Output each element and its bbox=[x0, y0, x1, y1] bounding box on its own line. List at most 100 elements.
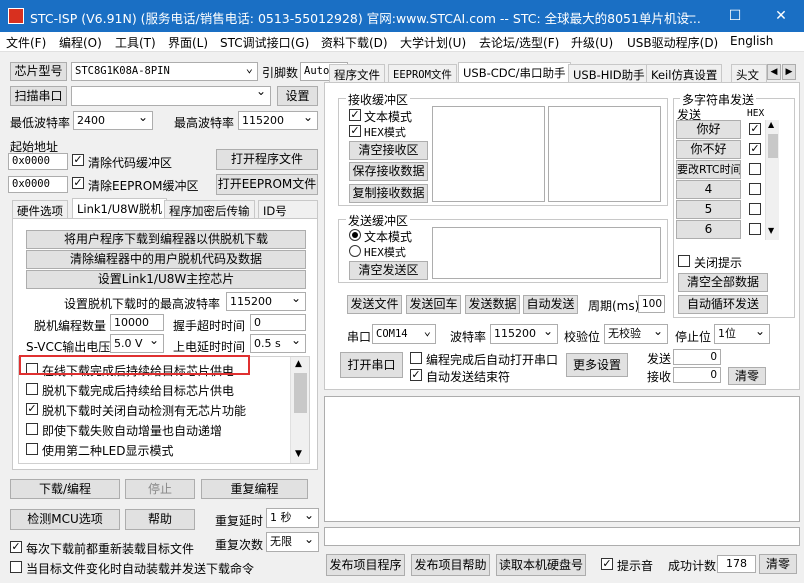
menu-interface[interactable]: 界面(L) bbox=[168, 34, 208, 51]
publish-help-button[interactable]: 发布项目帮助 bbox=[411, 554, 490, 576]
com-port-select[interactable]: COM14 bbox=[372, 324, 436, 344]
multi-hex-checkbox-3[interactable] bbox=[749, 163, 761, 175]
baud-select[interactable]: 115200 bbox=[490, 324, 558, 344]
clear-all-button[interactable]: 清空全部数据 bbox=[678, 273, 768, 292]
multi-hex-checkbox-2[interactable]: ✓ bbox=[749, 143, 761, 155]
open-eeprom-button[interactable]: 打开EEPROM文件 bbox=[216, 174, 318, 195]
menu-usb-driver[interactable]: USB驱动程序(D) bbox=[627, 34, 718, 51]
multi-hex-checkbox-1[interactable]: ✓ bbox=[749, 123, 761, 135]
parity-select[interactable]: 无校验 bbox=[604, 324, 668, 344]
sound-checkbox[interactable]: ✓ bbox=[601, 558, 613, 570]
open-port-button[interactable]: 打开串口 bbox=[340, 352, 403, 378]
copy-receive-button[interactable]: 复制接收数据 bbox=[349, 184, 428, 203]
multi-scrollbar[interactable]: ▲ ▼ bbox=[765, 120, 779, 240]
multi-send-button-1[interactable]: 你好 bbox=[676, 120, 741, 139]
receive-hex-area[interactable] bbox=[548, 106, 661, 202]
detect-mcu-button[interactable]: 检测MCU选项 bbox=[10, 509, 120, 530]
reprogram-button[interactable]: 重复编程 bbox=[201, 479, 308, 499]
output-log-area[interactable] bbox=[324, 396, 800, 522]
auto-send-button[interactable]: 自动发送 bbox=[523, 295, 578, 314]
send-return-button[interactable]: 发送回车 bbox=[406, 295, 461, 314]
download-program-button[interactable]: 下载/编程 bbox=[10, 479, 120, 499]
stop-button[interactable]: 停止 bbox=[125, 479, 195, 499]
minimize-button[interactable]: — bbox=[666, 0, 712, 32]
scan-port-button[interactable]: 扫描串口 bbox=[10, 86, 67, 106]
multi-send-button-6[interactable]: 6 bbox=[676, 220, 741, 239]
multi-send-button-3[interactable]: 要改RTC时间 bbox=[676, 160, 741, 179]
clear-success-button[interactable]: 清零 bbox=[759, 554, 797, 574]
menu-english[interactable]: English bbox=[730, 34, 773, 48]
recv-text-mode-checkbox[interactable]: ✓ bbox=[349, 109, 361, 121]
menu-upgrade[interactable]: 升级(U) bbox=[571, 34, 613, 51]
send-file-button[interactable]: 发送文件 bbox=[347, 295, 402, 314]
option-offline-power-checkbox[interactable] bbox=[26, 383, 38, 395]
send-text-area[interactable] bbox=[432, 227, 661, 279]
multi-hex-checkbox-6[interactable] bbox=[749, 223, 761, 235]
set-master-chip-button[interactable]: 设置Link1/U8W主控芯片 bbox=[26, 270, 306, 289]
menu-tools[interactable]: 工具(T) bbox=[115, 34, 156, 51]
repeat-delay-select[interactable]: 1 秒 bbox=[266, 508, 319, 528]
clear-eeprom-checkbox[interactable]: ✓ bbox=[72, 177, 84, 189]
multi-hex-checkbox-4[interactable] bbox=[749, 183, 761, 195]
port-select[interactable] bbox=[71, 86, 271, 106]
auto-end-char-checkbox[interactable]: ✓ bbox=[410, 369, 422, 381]
power-delay-select[interactable]: 0.5 s bbox=[250, 334, 306, 353]
clear-count-button[interactable]: 清零 bbox=[728, 367, 766, 385]
offline-count-input[interactable]: 10000 bbox=[110, 314, 164, 331]
clear-receive-button[interactable]: 清空接收区 bbox=[349, 141, 428, 160]
menu-university[interactable]: 大学计划(U) bbox=[400, 34, 466, 51]
repeat-count-select[interactable]: 无限 bbox=[266, 532, 319, 552]
reload-each-checkbox[interactable]: ✓ bbox=[10, 541, 22, 553]
receive-text-area[interactable] bbox=[432, 106, 545, 202]
save-receive-button[interactable]: 保存接收数据 bbox=[349, 162, 428, 181]
menu-file[interactable]: 文件(F) bbox=[6, 34, 46, 51]
tab-eeprom-file[interactable]: EEPROM文件 bbox=[388, 64, 457, 84]
tab-usb-cdc[interactable]: USB-CDC/串口助手 bbox=[458, 62, 571, 82]
stop-bit-select[interactable]: 1位 bbox=[714, 324, 770, 344]
multi-send-button-2[interactable]: 你不好 bbox=[676, 140, 741, 159]
send-hex-mode-radio[interactable] bbox=[349, 245, 361, 257]
menu-downloads[interactable]: 资料下载(D) bbox=[321, 34, 388, 51]
option-auto-increment-checkbox[interactable] bbox=[26, 423, 38, 435]
tab-scroll-left-icon[interactable]: ◀ bbox=[767, 64, 781, 80]
help-button[interactable]: 帮助 bbox=[125, 509, 195, 530]
send-data-button[interactable]: 发送数据 bbox=[465, 295, 520, 314]
close-tip-checkbox[interactable] bbox=[678, 255, 690, 267]
period-input[interactable]: 100 bbox=[638, 295, 665, 313]
publish-project-button[interactable]: 发布项目程序 bbox=[326, 554, 405, 576]
clear-code-checkbox[interactable]: ✓ bbox=[72, 154, 84, 166]
option-disable-detect-checkbox[interactable]: ✓ bbox=[26, 403, 38, 415]
close-button[interactable]: ✕ bbox=[758, 0, 804, 32]
auto-loop-send-button[interactable]: 自动循环发送 bbox=[678, 295, 768, 314]
option-led-mode-checkbox[interactable] bbox=[26, 443, 38, 455]
auto-reload-checkbox[interactable] bbox=[10, 561, 22, 573]
clear-programmer-button[interactable]: 清除编程器中的用户脱机代码及数据 bbox=[26, 250, 306, 269]
code-address-input[interactable]: 0x0000 bbox=[8, 153, 68, 170]
open-program-button[interactable]: 打开程序文件 bbox=[216, 149, 318, 170]
options-scrollbar[interactable]: ▲ ▼ bbox=[290, 357, 309, 463]
send-text-mode-radio[interactable] bbox=[349, 229, 361, 241]
menu-forum[interactable]: 去论坛/选型(F) bbox=[479, 34, 559, 51]
svcc-select[interactable]: 5.0 V bbox=[110, 334, 164, 353]
handshake-timeout-input[interactable]: 0 bbox=[250, 314, 306, 331]
download-to-programmer-button[interactable]: 将用户程序下载到编程器以供脱机下载 bbox=[26, 230, 306, 249]
recv-hex-mode-checkbox[interactable]: ✓ bbox=[349, 125, 361, 137]
auto-open-port-checkbox[interactable] bbox=[410, 352, 422, 364]
min-baud-select[interactable]: 2400 bbox=[73, 111, 153, 130]
menu-program[interactable]: 编程(O) bbox=[59, 34, 102, 51]
clear-send-button[interactable]: 清空发送区 bbox=[349, 261, 428, 280]
maximize-button[interactable]: ☐ bbox=[712, 0, 758, 32]
multi-send-button-5[interactable]: 5 bbox=[676, 200, 741, 219]
eeprom-address-input[interactable]: 0x0000 bbox=[8, 176, 68, 193]
chip-type-select[interactable]: STC8G1K08A-8PIN bbox=[71, 62, 258, 81]
chip-type-button[interactable]: 芯片型号 bbox=[10, 62, 67, 81]
offline-max-baud-select[interactable]: 115200 bbox=[226, 292, 306, 311]
settings-button[interactable]: 设置 bbox=[277, 86, 318, 106]
multi-hex-checkbox-5[interactable] bbox=[749, 203, 761, 215]
tab-link1-offline[interactable]: Link1/U8W脱机 bbox=[72, 198, 167, 218]
max-baud-select[interactable]: 115200 bbox=[238, 111, 318, 130]
tab-scroll-right-icon[interactable]: ▶ bbox=[782, 64, 796, 80]
menu-debug[interactable]: STC调试接口(G) bbox=[220, 34, 309, 51]
multi-send-button-4[interactable]: 4 bbox=[676, 180, 741, 199]
read-disk-id-button[interactable]: 读取本机硬盘号 bbox=[496, 554, 586, 576]
